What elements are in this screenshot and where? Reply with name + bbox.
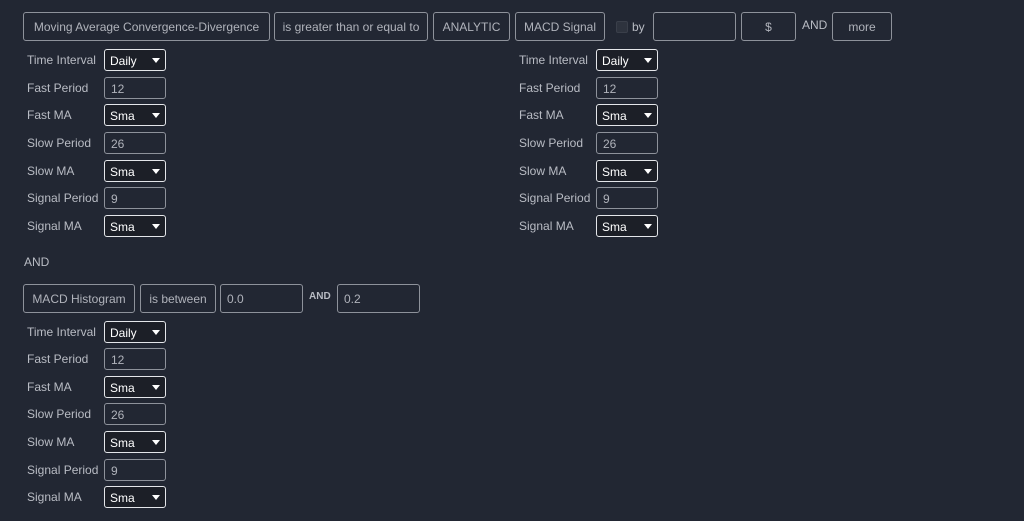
fast-period-label: Fast Period bbox=[27, 81, 89, 95]
signal-ma-label: Signal MA bbox=[27, 490, 82, 504]
fast-ma-value: Sma bbox=[110, 381, 135, 395]
fast-period-input[interactable]: 12 bbox=[596, 77, 658, 99]
caret-down-icon bbox=[152, 440, 160, 445]
between-operator-button[interactable]: is between bbox=[140, 284, 216, 313]
fast-period-label: Fast Period bbox=[519, 81, 581, 95]
caret-down-icon bbox=[644, 58, 652, 63]
signal-period-label: Signal Period bbox=[27, 191, 99, 205]
slow-ma-select[interactable]: Sma bbox=[596, 160, 658, 182]
signal-period-label: Signal Period bbox=[519, 191, 591, 205]
caret-down-icon bbox=[152, 495, 160, 500]
slow-period-label: Slow Period bbox=[519, 136, 584, 150]
signal-ma-select[interactable]: Sma bbox=[596, 215, 658, 237]
slow-ma-select[interactable]: Sma bbox=[104, 160, 166, 182]
fast-ma-value: Sma bbox=[110, 109, 135, 123]
slow-period-input[interactable]: 26 bbox=[596, 132, 658, 154]
caret-down-icon bbox=[644, 224, 652, 229]
signal-ma-label: Signal MA bbox=[27, 219, 82, 233]
slow-ma-select[interactable]: Sma bbox=[104, 431, 166, 453]
fast-period-input[interactable]: 12 bbox=[104, 77, 166, 99]
time-interval-value: Daily bbox=[110, 54, 137, 68]
slow-ma-value: Sma bbox=[110, 436, 135, 450]
signal-ma-value: Sma bbox=[110, 220, 135, 234]
fast-ma-value: Sma bbox=[602, 109, 627, 123]
and-label: AND bbox=[802, 18, 828, 32]
signal-period-input[interactable]: 9 bbox=[596, 187, 658, 209]
slow-ma-value: Sma bbox=[110, 165, 135, 179]
caret-down-icon bbox=[152, 113, 160, 118]
caret-down-icon bbox=[152, 224, 160, 229]
operator-button[interactable]: is greater than or equal to bbox=[274, 12, 428, 41]
unit-button[interactable]: $ bbox=[741, 12, 796, 41]
histogram-indicator-button[interactable]: MACD Histogram bbox=[23, 284, 135, 313]
indicator-button[interactable]: Moving Average Convergence-Divergence bbox=[23, 12, 270, 41]
by-checkbox[interactable] bbox=[616, 21, 628, 33]
caret-down-icon bbox=[152, 58, 160, 63]
fast-period-label: Fast Period bbox=[27, 352, 89, 366]
signal-period-label: Signal Period bbox=[27, 463, 99, 477]
signal-ma-value: Sma bbox=[110, 491, 135, 505]
slow-period-label: Slow Period bbox=[27, 136, 92, 150]
range-and-label: AND bbox=[309, 291, 331, 302]
signal-period-input[interactable]: 9 bbox=[104, 187, 166, 209]
slow-ma-label: Slow MA bbox=[519, 164, 567, 178]
signal-ma-select[interactable]: Sma bbox=[104, 215, 166, 237]
connector-and-label: AND bbox=[24, 255, 50, 269]
signal-ma-label: Signal MA bbox=[519, 219, 574, 233]
slow-ma-label: Slow MA bbox=[27, 164, 75, 178]
slow-ma-value: Sma bbox=[602, 165, 627, 179]
time-interval-value: Daily bbox=[602, 54, 629, 68]
time-interval-select[interactable]: Daily bbox=[104, 49, 166, 71]
slow-ma-label: Slow MA bbox=[27, 435, 75, 449]
more-button[interactable]: more bbox=[832, 12, 892, 41]
fast-ma-label: Fast MA bbox=[519, 108, 564, 122]
time-interval-value: Daily bbox=[110, 326, 137, 340]
range-high-input[interactable]: 0.2 bbox=[337, 284, 420, 313]
slow-period-input[interactable]: 26 bbox=[104, 132, 166, 154]
time-interval-label: Time Interval bbox=[27, 325, 96, 339]
caret-down-icon bbox=[152, 169, 160, 174]
time-interval-select[interactable]: Daily bbox=[104, 321, 166, 343]
time-interval-select[interactable]: Daily bbox=[596, 49, 658, 71]
signal-period-input[interactable]: 9 bbox=[104, 459, 166, 481]
fast-period-input[interactable]: 12 bbox=[104, 348, 166, 370]
signal-ma-value: Sma bbox=[602, 220, 627, 234]
caret-down-icon bbox=[644, 169, 652, 174]
target-button[interactable]: MACD Signal bbox=[515, 12, 605, 41]
time-interval-label: Time Interval bbox=[519, 53, 588, 67]
caret-down-icon bbox=[152, 330, 160, 335]
range-low-input[interactable]: 0.0 bbox=[220, 284, 303, 313]
fast-ma-select[interactable]: Sma bbox=[596, 104, 658, 126]
caret-down-icon bbox=[152, 385, 160, 390]
by-label: by bbox=[632, 20, 645, 34]
analytic-type-button[interactable]: ANALYTIC bbox=[433, 12, 510, 41]
by-value-input[interactable] bbox=[653, 12, 736, 41]
time-interval-label: Time Interval bbox=[27, 53, 96, 67]
fast-ma-label: Fast MA bbox=[27, 108, 72, 122]
slow-period-label: Slow Period bbox=[27, 407, 92, 421]
fast-ma-select[interactable]: Sma bbox=[104, 104, 166, 126]
slow-period-input[interactable]: 26 bbox=[104, 403, 166, 425]
fast-ma-label: Fast MA bbox=[27, 380, 72, 394]
fast-ma-select[interactable]: Sma bbox=[104, 376, 166, 398]
caret-down-icon bbox=[644, 113, 652, 118]
signal-ma-select[interactable]: Sma bbox=[104, 486, 166, 508]
